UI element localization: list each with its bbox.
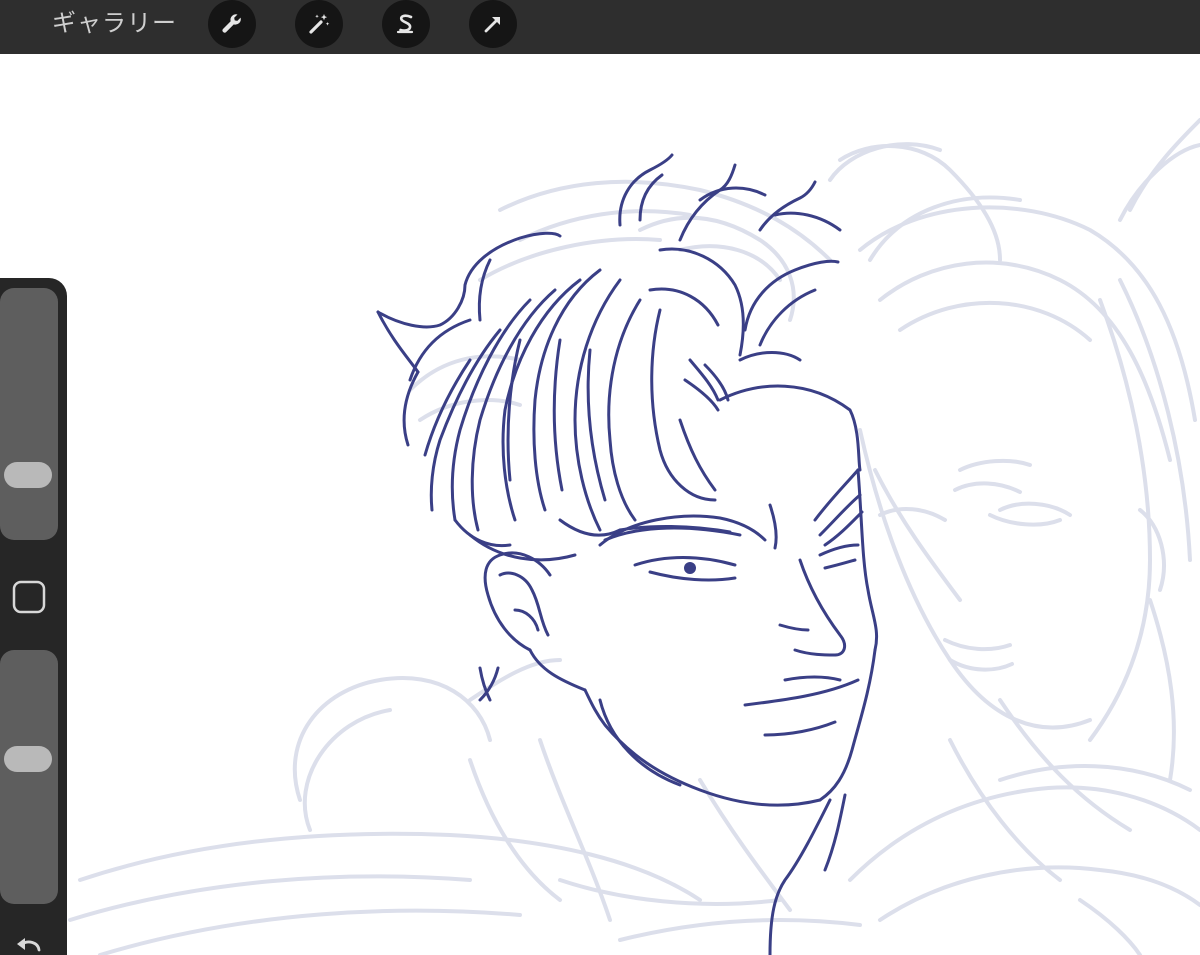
arrow-cursor-icon <box>484 17 500 33</box>
selection-button[interactable] <box>382 0 430 48</box>
wrench-icon <box>222 14 241 33</box>
top-toolbar: ギャラリー <box>0 0 1200 54</box>
magic-wand-icon <box>309 14 330 34</box>
rough-sketch-layer <box>68 118 1200 955</box>
undo-icon <box>17 938 41 952</box>
left-sidebar <box>0 278 67 955</box>
sketch-artwork <box>68 118 1200 955</box>
square-icon <box>12 580 46 614</box>
adjustments-button[interactable] <box>295 0 343 48</box>
modify-button[interactable] <box>12 580 46 614</box>
brush-opacity-slider[interactable] <box>0 650 58 904</box>
brush-opacity-slider-thumb[interactable] <box>4 746 52 773</box>
gallery-button[interactable]: ギャラリー <box>52 6 177 40</box>
transform-button[interactable] <box>469 0 517 48</box>
selection-s-icon <box>396 14 414 34</box>
undo-button[interactable] <box>12 930 46 955</box>
brush-size-slider-thumb[interactable] <box>4 462 52 489</box>
procreate-app: ギャラリー <box>0 0 1200 955</box>
actions-button[interactable] <box>208 0 256 48</box>
drawing-canvas[interactable] <box>0 54 1200 955</box>
brush-size-slider[interactable] <box>0 288 58 540</box>
